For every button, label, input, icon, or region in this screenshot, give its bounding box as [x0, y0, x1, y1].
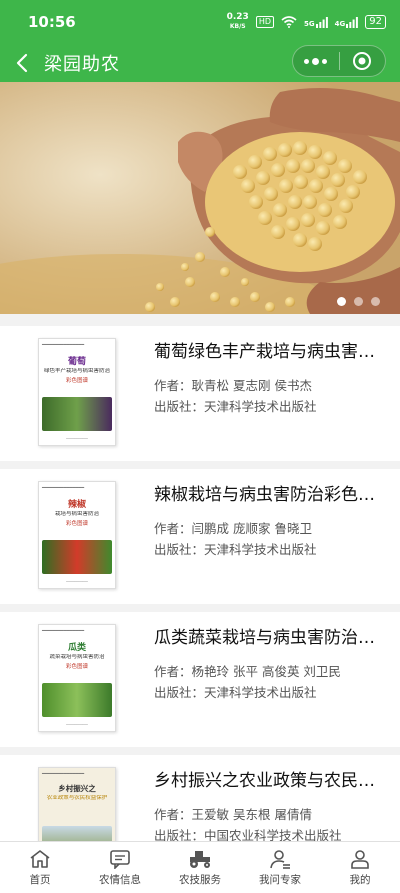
- tab-mine[interactable]: 我的: [320, 842, 400, 893]
- carousel-indicators: [337, 297, 380, 306]
- network-speed-unit: KB/S: [229, 23, 246, 30]
- user-icon: [351, 849, 369, 869]
- cover-series-line: ━━━━━━━━━━━━━━: [42, 485, 85, 491]
- signal-4g-label: 4G: [334, 19, 346, 28]
- carousel-dot[interactable]: [371, 297, 380, 306]
- cover-crop: 瓜类: [67, 643, 86, 653]
- tab-farm-info[interactable]: 农情信息: [80, 842, 160, 893]
- bottom-tab-bar: 首页 农情信息 农技服务 我问专家 我的: [0, 841, 400, 893]
- network-speed-value: 0.23: [226, 12, 249, 22]
- cover-crop: 葡萄: [67, 357, 86, 367]
- signal-5g-label: 5G: [304, 19, 315, 28]
- tab-label: 我问专家: [259, 873, 301, 886]
- cover-image: [42, 540, 112, 574]
- cover-tag: 彩色图谱: [65, 664, 88, 670]
- banner-image: [0, 82, 400, 314]
- cover-footer-line: ────────: [66, 580, 88, 585]
- cover-subtitle: 农业政策与农民权益保护: [46, 795, 108, 801]
- tractor-icon: [190, 850, 210, 868]
- more-button[interactable]: [293, 57, 339, 65]
- miniprogram-capsule: [292, 45, 386, 77]
- status-time: 10:56: [28, 13, 76, 31]
- signal-bars-icon: [346, 16, 359, 28]
- cover-series-line: ━━━━━━━━━━━━━━: [42, 771, 85, 777]
- signal-bars-icon: [315, 16, 328, 28]
- book-info: 葡萄绿色丰产栽培与病虫害防治彩色图谱 作者：耿青松 夏志刚 侯书杰 出版社：天津…: [154, 340, 384, 417]
- cover-tag: 彩色图谱: [65, 521, 88, 527]
- book-cover: ━━━━━━━━━━━━━━ 瓜类 蔬菜栽培与病虫害防治 彩色图谱 ──────…: [38, 624, 116, 732]
- banner-carousel[interactable]: [0, 82, 400, 314]
- book-publisher: 出版社：天津科学技术出版社: [154, 685, 317, 700]
- cover-image: [42, 683, 112, 717]
- book-title: 瓜类蔬菜栽培与病虫害防治彩色图谱: [154, 628, 384, 648]
- cover-footer-line: ────────: [66, 437, 88, 442]
- book-author: 作者：耿青松 夏志刚 侯书杰: [154, 378, 312, 393]
- book-author: 作者：闫鹏成 庞顺家 鲁晓卫: [154, 521, 312, 536]
- tab-tech-service[interactable]: 农技服务: [160, 842, 240, 893]
- close-miniprogram-button[interactable]: [340, 51, 386, 71]
- cover-subtitle: 绿色丰产栽培与病虫害防治: [43, 368, 110, 374]
- book-item[interactable]: ━━━━━━━━━━━━━━ 瓜类 蔬菜栽培与病虫害防治 彩色图谱 ──────…: [0, 612, 400, 747]
- hd-badge: HD: [255, 16, 275, 28]
- book-list: ━━━━━━━━━━━━━━ 葡萄 绿色丰产栽培与病虫害防治 彩色图谱 ────…: [0, 326, 400, 893]
- cover-crop: 辣椒: [67, 500, 86, 510]
- cover-subtitle: 栽培与病虫害防治: [54, 511, 99, 517]
- cover-subtitle: 蔬菜栽培与病虫害防治: [49, 654, 105, 660]
- status-bar: 10:56 0.23 KB/S HD 5G 4G 92: [0, 0, 400, 44]
- book-info: 乡村振兴之农业政策与农民权益保护 作者：王爱敏 吴东根 屠倩倩 出版社：中国农业…: [154, 769, 384, 846]
- cover-series-line: ━━━━━━━━━━━━━━: [42, 628, 85, 634]
- carousel-dot[interactable]: [354, 297, 363, 306]
- page-title: 梁园助农: [44, 54, 120, 75]
- battery-indicator: 92: [365, 15, 386, 29]
- signal-4g: 4G: [334, 16, 359, 28]
- cover-tag: 彩色图谱: [65, 378, 88, 384]
- book-publisher: 出版社：天津科学技术出版社: [154, 399, 317, 414]
- tab-ask-expert[interactable]: 我问专家: [240, 842, 320, 893]
- tab-label: 农情信息: [99, 873, 141, 886]
- more-dot: [322, 58, 328, 64]
- cover-crop: 乡村振兴之: [58, 784, 96, 793]
- book-cover: ━━━━━━━━━━━━━━ 葡萄 绿色丰产栽培与病虫害防治 彩色图谱 ────…: [38, 338, 116, 446]
- book-item[interactable]: ━━━━━━━━━━━━━━ 葡萄 绿色丰产栽培与病虫害防治 彩色图谱 ────…: [0, 326, 400, 461]
- book-info: 瓜类蔬菜栽培与病虫害防治彩色图谱 作者：杨艳玲 张平 高俊英 刘卫民 出版社：天…: [154, 626, 384, 703]
- book-cover: ━━━━━━━━━━━━━━ 辣椒 栽培与病虫害防治 彩色图谱 ────────: [38, 481, 116, 589]
- book-publisher: 出版社：天津科学技术出版社: [154, 542, 317, 557]
- book-info: 辣椒栽培与病虫害防治彩色图谱 作者：闫鹏成 庞顺家 鲁晓卫 出版社：天津科学技术…: [154, 483, 384, 560]
- book-author: 作者：杨艳玲 张平 高俊英 刘卫民: [154, 664, 341, 679]
- tab-label: 农技服务: [179, 873, 221, 886]
- target-icon: [353, 52, 372, 70]
- tab-home[interactable]: 首页: [0, 842, 80, 893]
- home-icon: [30, 849, 50, 868]
- book-author: 作者：王爱敏 吴东根 屠倩倩: [154, 807, 312, 822]
- tab-label: 我的: [349, 873, 371, 886]
- cover-series-line: ━━━━━━━━━━━━━━: [42, 342, 85, 348]
- cover-footer-line: ────────: [66, 723, 88, 728]
- cover-image: [42, 397, 112, 431]
- tab-label: 首页: [29, 873, 51, 886]
- navigation-bar: 梁园助农: [0, 44, 400, 82]
- carousel-dot[interactable]: [337, 297, 346, 306]
- expert-icon: [270, 849, 290, 869]
- status-icons: 0.23 KB/S HD 5G 4G 92: [227, 13, 386, 31]
- network-speed: 0.23 KB/S: [227, 13, 249, 31]
- more-dot: [312, 57, 320, 65]
- back-button[interactable]: [2, 44, 42, 82]
- message-icon: [110, 849, 130, 869]
- book-title: 乡村振兴之农业政策与农民权益保护: [154, 771, 384, 791]
- signal-5g: 5G: [304, 16, 328, 28]
- wifi-icon: [281, 16, 297, 28]
- book-title: 葡萄绿色丰产栽培与病虫害防治彩色图谱: [154, 342, 384, 362]
- chevron-left-icon: [16, 53, 28, 73]
- book-title: 辣椒栽培与病虫害防治彩色图谱: [154, 485, 384, 505]
- book-item[interactable]: ━━━━━━━━━━━━━━ 辣椒 栽培与病虫害防治 彩色图谱 ────────…: [0, 469, 400, 604]
- more-dot: [304, 58, 310, 64]
